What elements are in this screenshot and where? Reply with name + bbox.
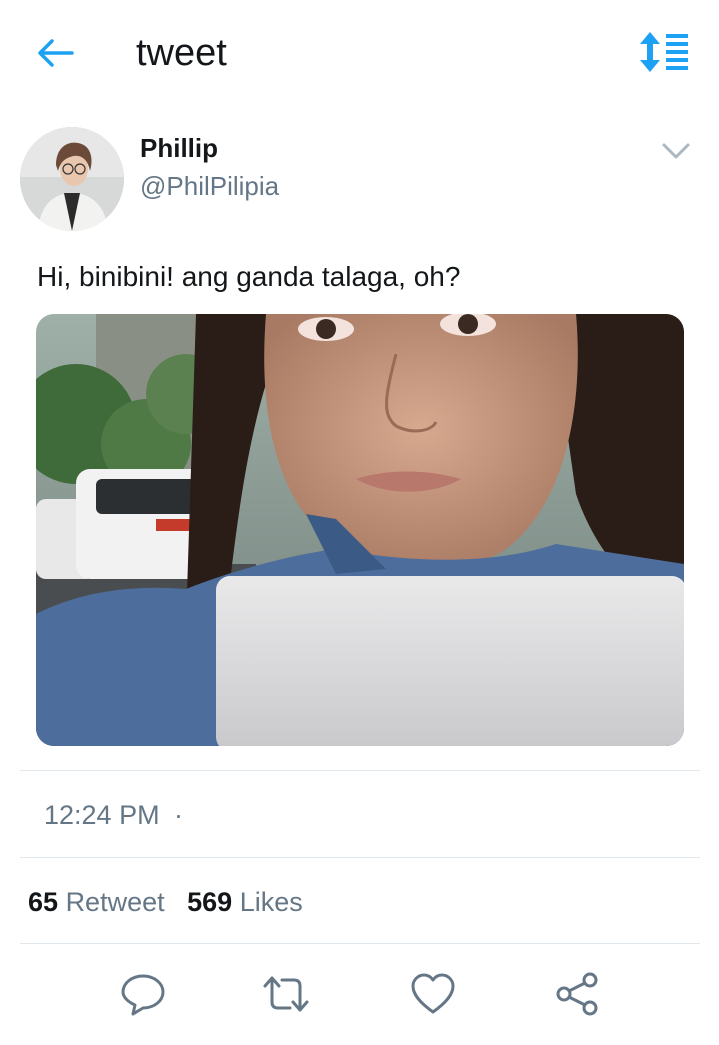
photo-image	[36, 314, 684, 746]
author-handle[interactable]: @PhilPilipia	[140, 169, 279, 203]
tweet-menu-button[interactable]	[659, 138, 693, 164]
share-icon	[556, 972, 598, 1016]
divider	[20, 857, 700, 858]
sort-button[interactable]	[636, 30, 690, 74]
arrow-left-icon	[38, 39, 74, 67]
tweet-time: 12:24 PM	[44, 800, 160, 830]
avatar-image	[20, 127, 124, 231]
page-title: tweet	[136, 32, 227, 74]
avatar[interactable]	[20, 127, 124, 231]
time-separator: ·	[174, 800, 183, 830]
divider	[20, 770, 700, 771]
retweet-label[interactable]: Retweet	[66, 887, 165, 917]
tweet-photo[interactable]	[36, 314, 684, 746]
retweet-count[interactable]: 65	[28, 887, 58, 917]
reply-button[interactable]	[119, 970, 167, 1018]
like-label[interactable]: Likes	[240, 887, 303, 917]
like-button[interactable]	[409, 970, 457, 1018]
back-button[interactable]	[34, 33, 78, 73]
reply-icon	[121, 974, 165, 1016]
tweet-text: Hi, binibini! ang ganda talaga, oh?	[37, 261, 461, 292]
retweet-icon	[263, 976, 309, 1012]
tweet-stats: 65 Retweet 569 Likes	[28, 884, 303, 920]
heart-icon	[411, 973, 455, 1014]
like-count[interactable]: 569	[187, 887, 232, 917]
chevron-down-icon	[662, 143, 690, 159]
top-app-bar: tweet	[0, 0, 719, 105]
author-name[interactable]: Phillip	[140, 131, 218, 165]
sort-list-icon	[640, 32, 688, 72]
share-button[interactable]	[554, 970, 602, 1018]
retweet-button[interactable]	[262, 970, 310, 1018]
divider	[20, 943, 700, 944]
